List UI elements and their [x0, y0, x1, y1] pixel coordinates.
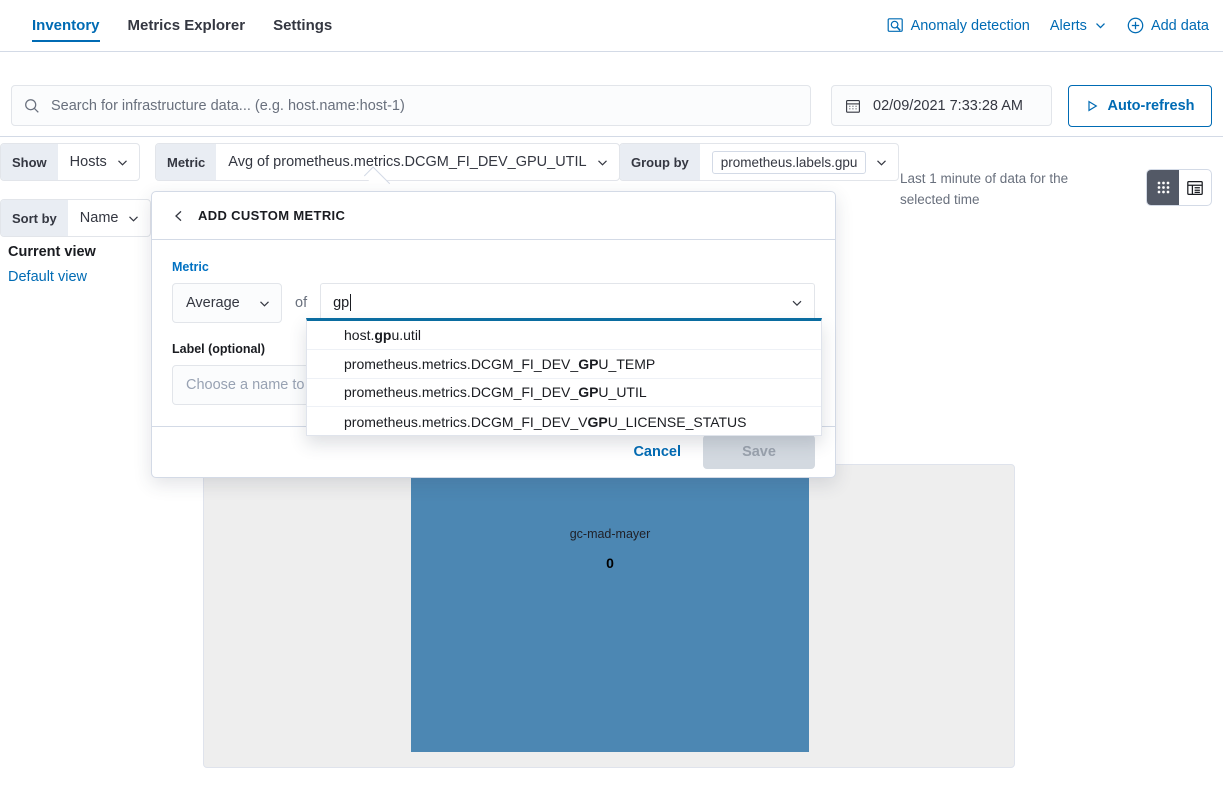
anomaly-detection-icon [887, 17, 904, 34]
sort-by-value: Name [79, 210, 119, 226]
tab-settings-label: Settings [273, 17, 333, 34]
tab-settings[interactable]: Settings [259, 0, 346, 51]
table-view-button[interactable] [1179, 170, 1211, 205]
chevron-down-icon [127, 212, 140, 225]
sort-control-wrap: Sort by Name [0, 199, 152, 237]
alerts-menu[interactable]: Alerts [1050, 18, 1107, 34]
suggestion-suffix: U_UTIL [598, 384, 647, 401]
suggestion-match: gp [374, 326, 392, 343]
suggestion-prefix: prometheus.metrics.DCGM_FI_DEV_ [344, 384, 579, 401]
metric-control: Metric Avg of prometheus.metrics.DCGM_FI… [155, 143, 620, 181]
anomaly-detection-button[interactable]: Anomaly detection [887, 17, 1030, 34]
group-by-control: Group by prometheus.labels.gpu [619, 143, 900, 181]
show-label: Show [1, 144, 58, 180]
anomaly-detection-label: Anomaly detection [910, 17, 1030, 34]
waffle-chart: gc-mad-mayer 0 [203, 464, 1015, 768]
save-button: Save [703, 435, 815, 469]
alerts-label: Alerts [1049, 17, 1087, 34]
waffle-cell-gc-mad-mayer[interactable]: gc-mad-mayer 0 [411, 467, 809, 752]
grid-dots-icon [1155, 179, 1172, 196]
suggestion-suffix: U_TEMP [598, 355, 656, 372]
suggestion-suffix: U_LICENSE_STATUS [607, 413, 747, 430]
metric-field-label: Metric [172, 260, 209, 274]
chevron-down-icon [875, 156, 888, 169]
suggestion-item[interactable]: prometheus.metrics.DCGM_FI_DEV_V GP U_LICE… [307, 407, 821, 436]
suggestion-item[interactable]: prometheus.metrics.DCGM_FI_DEV_ GP U_UTIL [307, 379, 821, 408]
saved-views: Current view Default view [8, 240, 96, 290]
chevron-down-icon [116, 156, 129, 169]
text-cursor [350, 294, 352, 311]
add-data-button[interactable]: Add data [1127, 17, 1209, 34]
group-by-select[interactable]: prometheus.labels.gpu [700, 144, 899, 180]
current-view-label: Current view [8, 244, 96, 260]
of-label: of [295, 295, 308, 311]
search-bar-row: Search for infrastructure data... (e.g. … [0, 53, 1223, 137]
auto-refresh-button[interactable]: Auto-refresh [1068, 85, 1212, 127]
aggregation-select[interactable]: Average [172, 283, 282, 323]
date-picker[interactable]: 02/09/2021 7:33:28 AM [831, 85, 1052, 126]
view-toggle [1146, 169, 1212, 206]
suggestion-suffix: u.util [391, 326, 422, 343]
metric-suggestions-dropdown: host. gp u.util prometheus.metrics.DCGM_FI… [306, 318, 822, 436]
table-icon [1186, 179, 1204, 197]
nav-actions: Anomaly detection Alerts Add data [887, 0, 1223, 51]
back-chevron-icon[interactable] [172, 209, 186, 223]
date-value: 02/09/2021 7:33:28 AM [873, 97, 1023, 114]
suggestion-match: GP [578, 355, 599, 372]
aggregation-value: Average [186, 295, 240, 311]
suggestion-prefix: prometheus.metrics.DCGM_FI_DEV_ [344, 355, 579, 372]
search-input[interactable]: Search for infrastructure data... (e.g. … [11, 85, 811, 126]
plus-circle-icon [1127, 17, 1144, 34]
nav-tab-list: Inventory Metrics Explorer Settings [0, 0, 346, 51]
chevron-down-icon [596, 156, 609, 169]
panel-header: ADD CUSTOM METRIC [152, 192, 835, 240]
metric-value: Avg of prometheus.metrics.DCGM_FI_DEV_GP… [228, 154, 587, 170]
suggestion-match: GP [587, 413, 608, 430]
suggestion-prefix: host. [344, 326, 375, 343]
sort-by-select[interactable]: Name [68, 200, 151, 236]
inventory-page: Inventory Metrics Explorer Settings Anom… [0, 0, 1223, 787]
metric-label: Metric [156, 144, 217, 180]
tab-metrics-explorer[interactable]: Metrics Explorer [114, 0, 260, 51]
metric-row: Average of gp [172, 283, 815, 323]
waffle-view-button[interactable] [1147, 170, 1179, 205]
sort-by-label: Sort by [1, 200, 68, 236]
suggestion-prefix: prometheus.metrics.DCGM_FI_DEV_V [344, 413, 588, 430]
suggestion-match: GP [578, 384, 599, 401]
label-placeholder: Choose a name to a [186, 377, 317, 393]
chevron-down-icon [1094, 19, 1107, 32]
play-icon [1085, 99, 1099, 113]
suggestion-item[interactable]: host. gp u.util [307, 321, 821, 350]
group-by-label: Group by [620, 144, 700, 180]
chevron-down-icon[interactable] [790, 296, 804, 310]
waffle-cell-name: gc-mad-mayer [569, 527, 651, 541]
show-select[interactable]: Hosts [58, 144, 139, 180]
tab-inventory[interactable]: Inventory [18, 0, 114, 51]
metric-name-combobox[interactable]: gp [320, 283, 815, 323]
tab-inventory-label: Inventory [32, 17, 100, 34]
time-range-hint: Last 1 minute of data for the selected t… [900, 171, 1069, 207]
waffle-cell-value: 0 [606, 555, 614, 571]
top-navigation: Inventory Metrics Explorer Settings Anom… [0, 0, 1223, 52]
search-icon [24, 98, 40, 114]
search-placeholder: Search for infrastructure data... (e.g. … [51, 97, 405, 114]
sort-control: Sort by Name [0, 199, 152, 237]
metric-name-input-value: gp [333, 294, 350, 311]
group-by-value: prometheus.labels.gpu [711, 150, 867, 174]
add-data-label: Add data [1150, 17, 1209, 34]
cancel-button[interactable]: Cancel [621, 436, 693, 468]
show-control: Show Hosts [0, 143, 140, 181]
suggestion-item[interactable]: prometheus.metrics.DCGM_FI_DEV_ GP U_TEMP [307, 350, 821, 379]
panel-title: ADD CUSTOM METRIC [198, 208, 346, 223]
tab-metrics-explorer-label: Metrics Explorer [127, 17, 246, 34]
metric-select[interactable]: Avg of prometheus.metrics.DCGM_FI_DEV_GP… [216, 144, 618, 180]
auto-refresh-label: Auto-refresh [1107, 98, 1195, 114]
show-value: Hosts [69, 154, 107, 170]
default-view-link[interactable]: Default view [8, 265, 96, 290]
chevron-down-icon [258, 297, 271, 310]
calendar-icon [845, 98, 861, 114]
